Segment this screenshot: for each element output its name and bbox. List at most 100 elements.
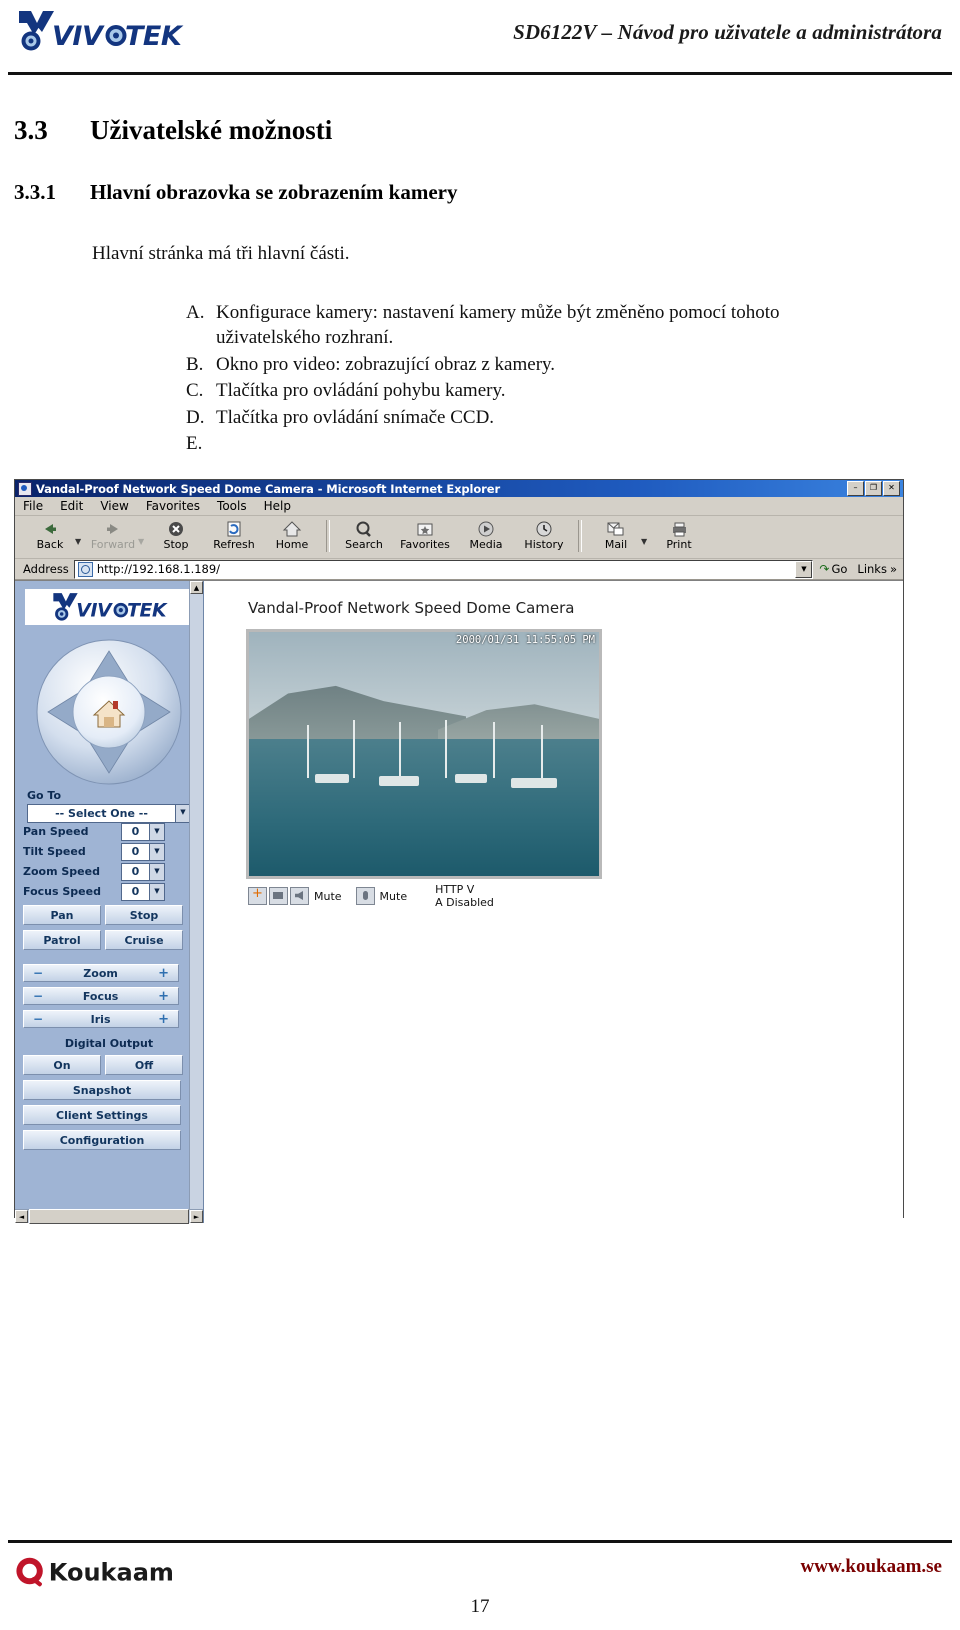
speaker-icon[interactable] [290, 887, 309, 905]
favorites-button[interactable]: Favorites [393, 518, 457, 551]
links-button[interactable]: Links » [853, 562, 901, 576]
footer-divider [8, 1540, 952, 1543]
list-item-text: Konfigurace kamery: nastavení kamery můž… [216, 302, 780, 349]
media-icon [475, 519, 497, 540]
maximize-button[interactable]: ❐ [865, 481, 882, 496]
subsection-title-text: Hlavní obrazovka se zobrazením kamery [90, 180, 458, 204]
search-button[interactable]: Search [335, 518, 393, 551]
configuration-button[interactable]: Configuration [23, 1130, 181, 1150]
internet-explorer-icon [18, 481, 32, 496]
list-item-key: B. [186, 353, 204, 375]
list-item-text [216, 431, 886, 456]
client-settings-button[interactable]: Client Settings [23, 1105, 181, 1125]
close-button[interactable]: ✕ [883, 481, 900, 496]
go-button[interactable]: ↷ Go [813, 562, 853, 576]
iris-control[interactable]: − Iris + [23, 1010, 179, 1028]
frame-horizontal-scrollbar[interactable]: ◄ ► [15, 1209, 203, 1224]
zoom-in-icon[interactable] [248, 886, 267, 905]
refresh-button[interactable]: Refresh [205, 518, 263, 551]
video-pole [445, 719, 447, 779]
zoom-control[interactable]: − Zoom + [23, 964, 179, 982]
tilt-speed-value: 0 [131, 845, 140, 858]
menu-help[interactable]: Help [264, 499, 291, 513]
forward-dropdown-icon[interactable]: ▼ [138, 530, 145, 546]
address-dropdown-icon[interactable]: ▼ [795, 560, 813, 578]
menu-favorites[interactable]: Favorites [146, 499, 200, 513]
video-control-bar: Mute Mute HTTP V A Disabled [248, 881, 608, 911]
patrol-button[interactable]: Patrol [23, 930, 101, 950]
stream-status: HTTP V A Disabled [435, 883, 494, 909]
ptz-joystick[interactable] [34, 637, 184, 787]
cruise-button[interactable]: Cruise [105, 930, 183, 950]
snapshot-camera-icon[interactable] [269, 887, 288, 905]
home-button[interactable]: Home [263, 518, 321, 551]
zoom-speed-select[interactable]: 0 ▼ [121, 862, 165, 881]
back-dropdown-icon[interactable]: ▼ [75, 530, 82, 546]
goto-select[interactable]: -- Select One -- ▼ [27, 804, 191, 823]
zoom-minus-icon[interactable]: − [33, 966, 43, 980]
video-mute-label[interactable]: Mute [314, 890, 342, 903]
media-button[interactable]: Media [457, 518, 515, 551]
scroll-thumb[interactable] [29, 1209, 189, 1224]
video-boat [511, 778, 557, 789]
search-button-label: Search [345, 538, 383, 551]
configuration-row: Configuration [23, 1130, 203, 1150]
stop-button[interactable]: Stop [105, 905, 183, 925]
menu-view[interactable]: View [100, 499, 128, 513]
audio-mute-label[interactable]: Mute [380, 890, 408, 903]
search-icon [353, 519, 375, 540]
forward-arrow-icon [102, 519, 124, 540]
digital-output-off-button[interactable]: Off [105, 1055, 183, 1075]
svg-text:Koukaam: Koukaam [49, 1559, 174, 1587]
chevron-down-icon: ▼ [149, 843, 164, 860]
focus-control-label: Focus [82, 989, 119, 1003]
focus-control[interactable]: − Focus + [23, 987, 179, 1005]
scroll-right-icon[interactable]: ► [190, 1210, 203, 1223]
back-button[interactable]: Back [21, 518, 79, 551]
stop-button[interactable]: Stop [147, 518, 205, 551]
video-window[interactable]: 2000/01/31 11:55:05 PM [246, 629, 602, 879]
menu-file[interactable]: File [23, 499, 43, 513]
pan-speed-select[interactable]: 0 ▼ [121, 822, 165, 841]
pan-speed-row: Pan Speed 0 ▼ [23, 822, 195, 841]
browser-window-title: Vandal-Proof Network Speed Dome Camera -… [36, 481, 501, 496]
history-button-label: History [524, 538, 564, 551]
mail-dropdown-icon[interactable]: ▼ [641, 530, 648, 546]
stream-status-line2: A Disabled [435, 896, 494, 909]
microphone-icon[interactable] [355, 887, 375, 905]
goto-select-value: -- Select One -- [55, 807, 148, 820]
mail-button[interactable]: Mail [587, 518, 645, 551]
iris-minus-icon[interactable]: − [33, 1012, 43, 1026]
focus-minus-icon[interactable]: − [33, 989, 43, 1003]
forward-button[interactable]: Forward [84, 518, 142, 551]
stop-button-label: Stop [163, 538, 189, 551]
pan-button[interactable]: Pan [23, 905, 101, 925]
iris-plus-icon[interactable]: + [158, 1012, 169, 1027]
tilt-speed-select[interactable]: 0 ▼ [121, 842, 165, 861]
window-controls: – ❐ ✕ [847, 481, 901, 496]
forward-button-label: Forward [90, 538, 136, 551]
snapshot-button[interactable]: Snapshot [23, 1080, 181, 1100]
frame-vertical-scrollbar[interactable]: ▲ ▼ [189, 581, 203, 1223]
footer-url[interactable]: www.koukaam.se [801, 1556, 942, 1578]
digital-output-on-button[interactable]: On [23, 1055, 101, 1075]
scroll-left-icon[interactable]: ◄ [15, 1210, 28, 1223]
focus-speed-label: Focus Speed [23, 885, 101, 898]
menu-edit[interactable]: Edit [60, 499, 83, 513]
camera-main-area: Vandal-Proof Network Speed Dome Camera 2… [204, 581, 903, 1223]
print-button[interactable]: Print [650, 518, 708, 551]
camera-vivotek-logo: VIV TEK [25, 589, 193, 625]
history-button[interactable]: History [515, 518, 573, 551]
menu-tools[interactable]: Tools [217, 499, 247, 513]
header-title: SD6122V – Návod pro uživatele a administ… [513, 20, 942, 44]
scroll-up-icon[interactable]: ▲ [190, 581, 203, 594]
focus-plus-icon[interactable]: + [158, 989, 169, 1004]
address-input[interactable]: http://192.168.1.189/ ▼ [73, 559, 814, 579]
minimize-button[interactable]: – [847, 481, 864, 496]
tilt-speed-label: Tilt Speed [23, 845, 86, 858]
browser-menubar: File Edit View Favorites Tools Help [15, 497, 903, 516]
feature-list: A. Konfigurace kamery: nastavení kamery … [186, 300, 886, 458]
address-label: Address [23, 562, 69, 576]
zoom-plus-icon[interactable]: + [158, 966, 169, 981]
focus-speed-select[interactable]: 0 ▼ [121, 882, 165, 901]
